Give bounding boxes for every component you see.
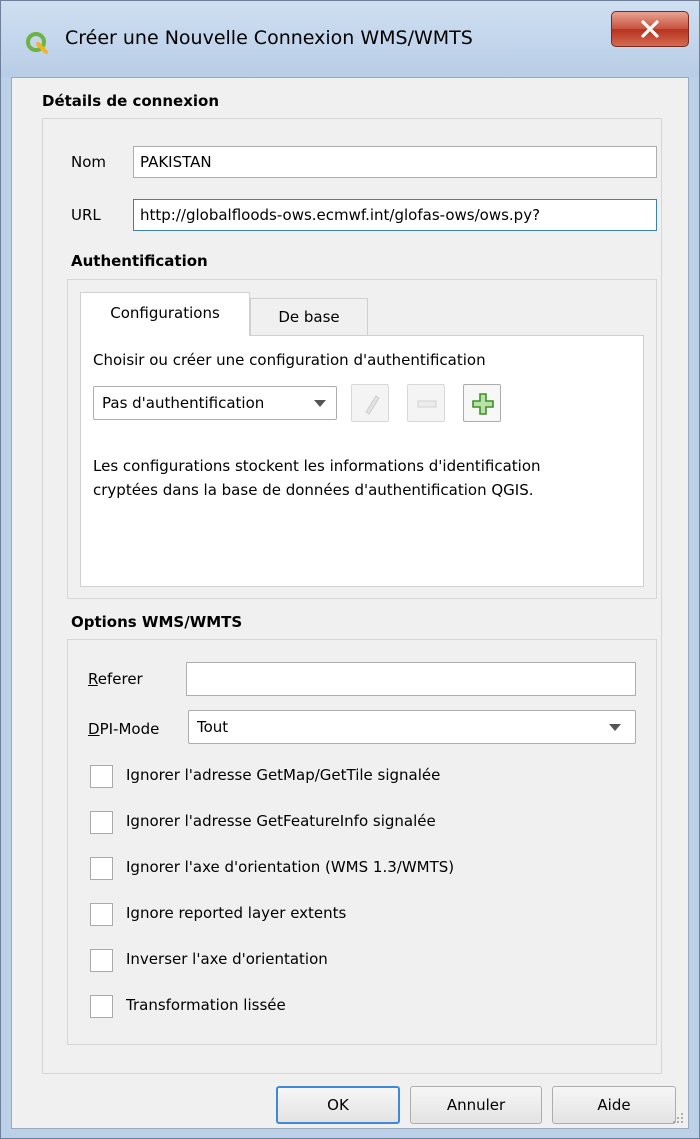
auth-tab-panel: Choisir ou créer une configuration d'aut… xyxy=(80,335,644,587)
chevron-down-icon xyxy=(314,400,326,407)
plus-icon xyxy=(472,393,494,415)
checkbox-box[interactable] xyxy=(90,949,113,972)
connection-section-title: Détails de connexion xyxy=(42,92,220,110)
name-label: Nom xyxy=(71,153,107,171)
referer-input[interactable] xyxy=(186,662,636,696)
checkbox-ignore-layer-extents[interactable]: Ignore reported layer extents xyxy=(90,902,610,928)
checkbox-smooth-transform[interactable]: Transformation lissée xyxy=(90,994,610,1020)
url-input[interactable]: http://globalfloods-ows.ecmwf.int/glofas… xyxy=(133,199,657,231)
dialog-window: Créer une Nouvelle Connexion WMS/WMTS Dé… xyxy=(0,0,700,1139)
minus-icon xyxy=(417,400,437,408)
dialog-body: Détails de connexion Nom PAKISTAN URL ht… xyxy=(11,77,689,1129)
auth-group: Configurations De base Choisir ou créer … xyxy=(67,279,657,599)
checkbox-label: Ignorer l'adresse GetFeatureInfo signalé… xyxy=(126,812,436,830)
remove-config-button[interactable] xyxy=(407,384,445,422)
options-checkbox-list: Ignorer l'adresse GetMap/GetTile signalé… xyxy=(90,764,650,1034)
auth-section-title: Authentification xyxy=(71,252,208,270)
title-bar[interactable]: Créer une Nouvelle Connexion WMS/WMTS xyxy=(1,1,699,77)
checkbox-box[interactable] xyxy=(90,903,113,926)
ok-button[interactable]: OK xyxy=(276,1086,400,1124)
checkbox-ignore-axis-orientation[interactable]: Ignorer l'axe d'orientation (WMS 1.3/WMT… xyxy=(90,856,610,882)
close-button[interactable] xyxy=(611,11,689,47)
auth-config-value: Pas d'authentification xyxy=(102,394,265,412)
auth-config-select[interactable]: Pas d'authentification xyxy=(93,386,337,420)
auth-description-line-1: Les configurations stockent les informat… xyxy=(93,457,541,475)
checkbox-box[interactable] xyxy=(90,765,113,788)
checkbox-label: Inverser l'axe d'orientation xyxy=(126,950,328,968)
dpi-mode-label: DPI-Mode xyxy=(88,720,160,738)
window-title: Créer une Nouvelle Connexion WMS/WMTS xyxy=(65,27,473,49)
help-button[interactable]: Aide xyxy=(552,1086,676,1124)
auth-description-line-2: cryptées dans la base de données d'authe… xyxy=(93,481,534,499)
checkbox-label: Transformation lissée xyxy=(126,996,286,1014)
choose-config-label: Choisir ou créer une configuration d'aut… xyxy=(93,351,486,369)
name-input[interactable]: PAKISTAN xyxy=(133,146,657,178)
checkbox-label: Ignorer l'axe d'orientation (WMS 1.3/WMT… xyxy=(126,858,455,876)
edit-config-button[interactable] xyxy=(351,384,389,422)
checkbox-box[interactable] xyxy=(90,995,113,1018)
chevron-down-icon xyxy=(609,724,621,731)
checkbox-ignore-getfeatureinfo[interactable]: Ignorer l'adresse GetFeatureInfo signalé… xyxy=(90,810,610,836)
dpi-mode-select[interactable]: Tout xyxy=(188,710,636,744)
dpi-mode-value: Tout xyxy=(197,718,229,736)
close-icon xyxy=(641,20,659,38)
options-group: Referer DPI-Mode Tout Ignorer l'adresse … xyxy=(67,639,657,1045)
connection-details-frame: Nom PAKISTAN URL http://globalfloods-ows… xyxy=(42,118,662,1074)
add-config-button[interactable] xyxy=(463,384,501,422)
auth-description: Les configurations stockent les informat… xyxy=(93,454,541,502)
referer-label: Referer xyxy=(88,670,143,688)
checkbox-box[interactable] xyxy=(90,857,113,880)
checkbox-invert-axis[interactable]: Inverser l'axe d'orientation xyxy=(90,948,610,974)
checkbox-box[interactable] xyxy=(90,811,113,834)
resize-grip-icon[interactable] xyxy=(672,1112,684,1124)
url-label: URL xyxy=(71,206,101,224)
options-section-title: Options WMS/WMTS xyxy=(71,613,243,631)
tab-configurations[interactable]: Configurations xyxy=(80,292,250,336)
cancel-button[interactable]: Annuler xyxy=(410,1086,542,1124)
checkbox-label: Ignorer l'adresse GetMap/GetTile signalé… xyxy=(126,766,441,784)
qgis-logo-icon xyxy=(25,31,49,55)
checkbox-ignore-getmap[interactable]: Ignorer l'adresse GetMap/GetTile signalé… xyxy=(90,764,610,790)
checkbox-label: Ignore reported layer extents xyxy=(126,904,347,922)
pencil-icon xyxy=(365,395,380,415)
tab-de-base[interactable]: De base xyxy=(250,298,368,336)
